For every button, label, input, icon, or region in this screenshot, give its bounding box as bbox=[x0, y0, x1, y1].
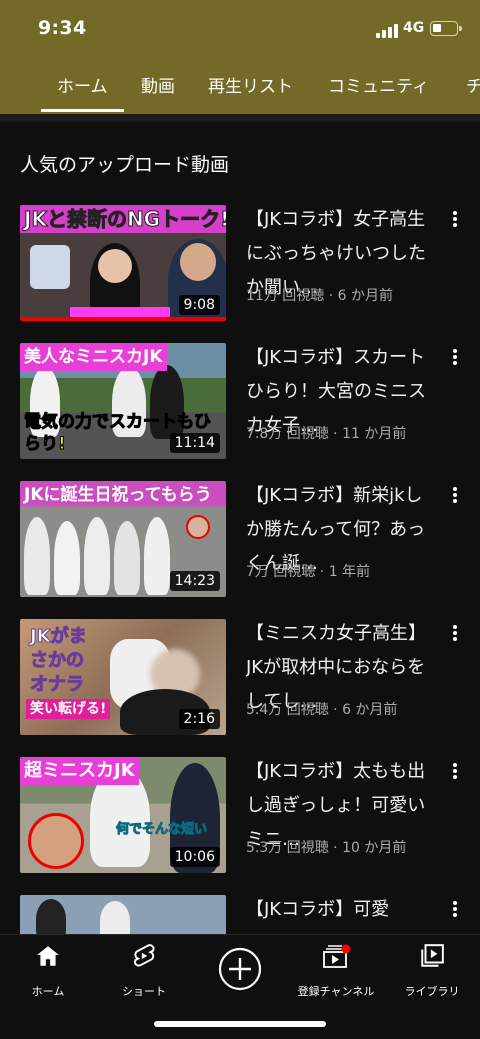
more-options-icon[interactable] bbox=[448, 345, 462, 369]
home-icon bbox=[37, 946, 59, 966]
channel-tabs: ホーム 動画 再生リスト コミュニティ チ bbox=[0, 58, 480, 114]
more-options-icon[interactable] bbox=[448, 759, 462, 783]
nav-shorts-label: ショート bbox=[122, 985, 166, 998]
more-options-icon[interactable] bbox=[448, 483, 462, 507]
thumbnail-subtext: 笑い転げる! bbox=[26, 699, 111, 719]
create-icon bbox=[218, 947, 262, 991]
tab-videos[interactable]: 動画 bbox=[141, 72, 175, 114]
video-thumbnail[interactable]: 美人なミニスカJK 電気の力でスカートもひらり! 11:14 bbox=[20, 343, 226, 459]
tab-home[interactable]: ホーム bbox=[41, 72, 123, 114]
status-bar: 9:34 4G bbox=[0, 0, 480, 58]
nav-home-label: ホーム bbox=[31, 985, 65, 998]
video-item[interactable]: JKと禁断のNGトーク! 9:08 【JKコラボ】女子高生にぶっちゃけいつしたか… bbox=[0, 205, 480, 325]
video-thumbnail[interactable]: JKに誕生日祝ってもらう 14:23 bbox=[20, 481, 226, 597]
more-options-icon[interactable] bbox=[448, 621, 462, 645]
video-duration: 10:06 bbox=[169, 847, 220, 867]
tab-channels[interactable]: チ bbox=[466, 72, 480, 114]
more-options-icon[interactable] bbox=[448, 207, 462, 231]
battery-icon bbox=[430, 21, 462, 36]
video-duration: 14:23 bbox=[169, 571, 220, 591]
tab-community[interactable]: コミュニティ bbox=[328, 72, 429, 114]
thumbnail-text: JKに誕生日祝ってもらう bbox=[24, 485, 212, 505]
video-thumbnail[interactable]: JKと禁断のNGトーク! 9:08 bbox=[20, 205, 226, 321]
video-item[interactable]: JKに誕生日祝ってもらう 14:23 【JKコラボ】新栄jkしか勝たんって何？あ… bbox=[0, 481, 480, 601]
network-label: 4G bbox=[403, 20, 425, 36]
thumbnail-text: JKがまさかのオナラ bbox=[30, 626, 88, 696]
nav-subscriptions-label: 登録チャンネル bbox=[297, 985, 375, 998]
thumbnail-text: JKと禁断のNGトーク! bbox=[23, 207, 226, 232]
subscriptions-icon bbox=[323, 944, 351, 968]
thumbnail-text: 超ミニスカJK bbox=[20, 757, 139, 785]
video-thumbnail[interactable]: JKがまさかのオナラ 笑い転げる! 2:16 bbox=[20, 619, 226, 735]
video-meta: 7.8万 回視聴 · 11 か月前 bbox=[246, 426, 407, 442]
more-options-icon[interactable] bbox=[448, 897, 462, 921]
shorts-icon bbox=[134, 944, 155, 967]
library-icon bbox=[421, 944, 444, 967]
video-duration: 9:08 bbox=[178, 295, 220, 315]
video-duration: 2:16 bbox=[178, 709, 220, 729]
status-time: 9:34 bbox=[38, 17, 87, 39]
video-meta: 11万 回視聴 · 6 か月前 bbox=[246, 288, 393, 304]
section-title: 人気のアップロード動画 bbox=[20, 154, 230, 176]
video-item[interactable]: 超ミニスカJK 何でそんな短い 10:06 【JKコラボ】太もも出し過ぎっしょ！… bbox=[0, 757, 480, 877]
video-meta: 5.3万 回視聴 · 10 か月前 bbox=[246, 840, 407, 856]
video-item[interactable]: JKがまさかのオナラ 笑い転げる! 2:16 【ミニスカ女子高生】JKが取材中に… bbox=[0, 619, 480, 739]
video-duration: 11:14 bbox=[169, 433, 220, 453]
tab-playlists[interactable]: 再生リスト bbox=[208, 72, 293, 114]
video-item[interactable]: 美人なミニスカJK 電気の力でスカートもひらり! 11:14 【JKコラボ】スカ… bbox=[0, 343, 480, 463]
channel-header: 9:34 4G ホーム 動画 再生リスト コミュニティ チ bbox=[0, 0, 480, 114]
home-indicator bbox=[154, 1021, 326, 1027]
signal-icon bbox=[376, 24, 398, 38]
video-meta: 7万 回視聴 · 1 年前 bbox=[246, 564, 371, 580]
video-meta: 5.4万 回視聴 · 6 か月前 bbox=[246, 702, 398, 718]
nav-library-label: ライブラリ bbox=[404, 985, 460, 998]
thumbnail-subtext: 何でそんな短い bbox=[115, 822, 208, 838]
thumbnail-text: 美人なミニスカJK bbox=[20, 343, 167, 371]
header-divider bbox=[0, 114, 480, 122]
video-thumbnail[interactable]: 超ミニスカJK 何でそんな短い 10:06 bbox=[20, 757, 226, 873]
